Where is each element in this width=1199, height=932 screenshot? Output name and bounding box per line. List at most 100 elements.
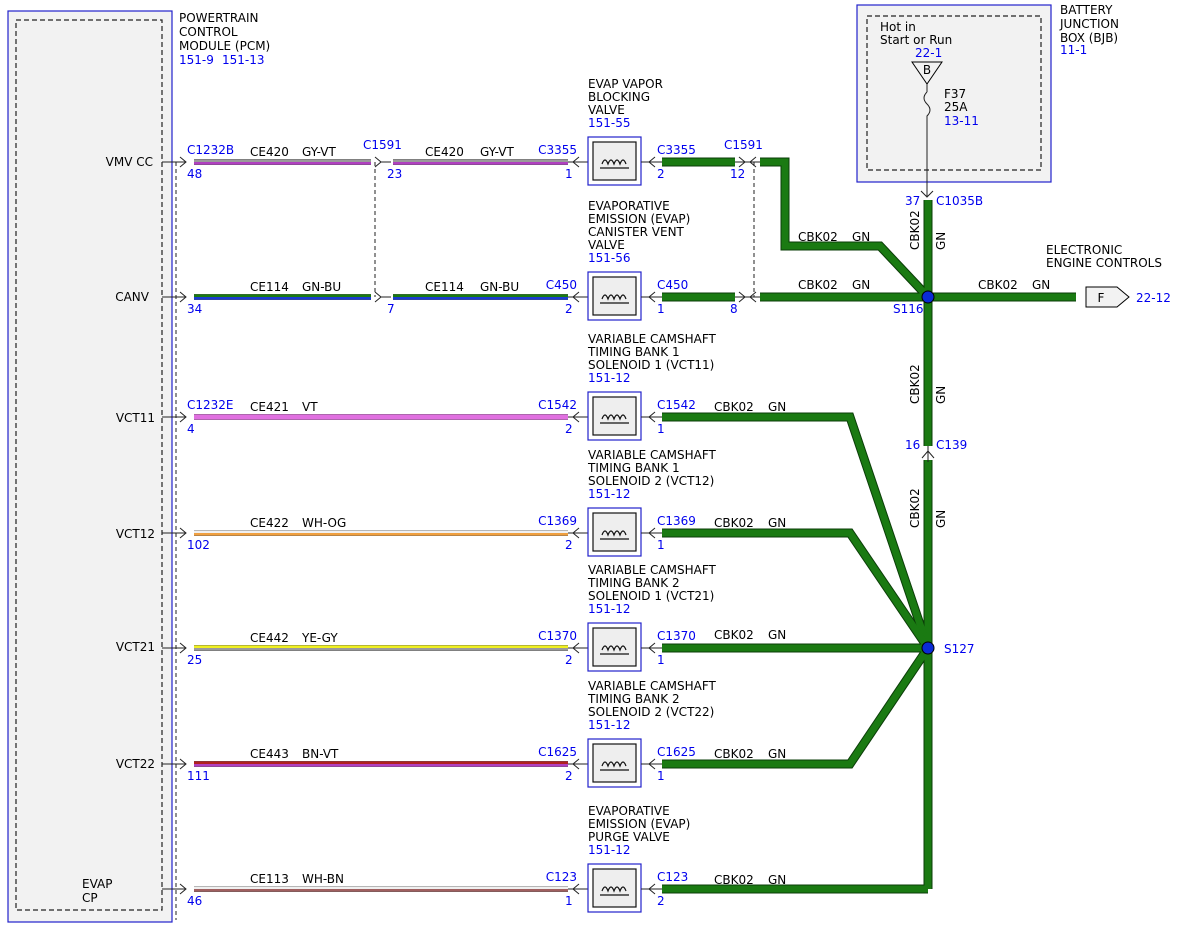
component-title: PURGE VALVE: [588, 830, 670, 844]
pcm-pin-number: 102: [187, 538, 210, 552]
diagram-canvas: POWERTRAIN CONTROL MODULE (PCM) 151-9 15…: [7, 3, 1171, 923]
component-pin-number: 1: [565, 894, 573, 908]
component-connector[interactable]: C1625: [538, 745, 577, 759]
solenoid-valve-component[interactable]: [587, 136, 642, 186]
solenoid-valve-component[interactable]: [587, 507, 642, 557]
circuit-color: GN-BU: [302, 280, 341, 294]
ground-color-label: GN: [768, 400, 786, 414]
component-ref[interactable]: 151-12: [588, 718, 631, 732]
ground-wire-label: CBK02: [798, 278, 838, 292]
component-output-pin: 1: [657, 653, 665, 667]
pcm-pin-number: 34: [187, 302, 202, 316]
pcm-pin-number: 48: [187, 167, 202, 181]
component-title: SOLENOID 2 (VCT12): [588, 474, 714, 488]
ground-wire-label: CBK02: [908, 364, 922, 404]
ground-wire-label: CBK02: [908, 210, 922, 250]
solenoid-valve-component[interactable]: [587, 391, 642, 441]
component-title: VALVE: [588, 238, 625, 252]
pcm-ref-1[interactable]: 151-9: [179, 53, 214, 67]
component-connector[interactable]: C123: [546, 870, 577, 884]
fuse-amps: 25A: [944, 100, 968, 114]
bjb-ref[interactable]: 11-1: [1060, 43, 1087, 57]
fuse-label: F37: [944, 87, 966, 101]
component-title: VARIABLE CAMSHAFT: [588, 448, 717, 462]
component-output-connector[interactable]: C123: [657, 870, 688, 884]
ground-wire-label: CBK02: [714, 516, 754, 530]
fuse-ref[interactable]: 13-11: [944, 114, 979, 128]
component-connector[interactable]: C1370: [538, 629, 577, 643]
component-output-pin: 2: [657, 894, 665, 908]
component-title: EVAPORATIVE: [588, 804, 670, 818]
circuit-name: CE420: [425, 145, 464, 159]
circuit-color: VT: [302, 400, 318, 414]
bjb-connector[interactable]: C1035B: [936, 194, 983, 208]
pcm-pin-label: VCT12: [116, 527, 155, 541]
pcm-pin-label: VCT21: [116, 640, 155, 654]
pcm-pin-label: EVAP: [82, 877, 112, 891]
connector-arrow-icon: [374, 156, 382, 168]
solenoid-valve-component[interactable]: [587, 863, 642, 913]
component-output-connector[interactable]: C1369: [657, 514, 696, 528]
component-connector[interactable]: C1369: [538, 514, 577, 528]
component-ref[interactable]: 151-56: [588, 251, 631, 265]
pcm-module[interactable]: [7, 10, 173, 923]
offpage-ref[interactable]: 22-12: [1136, 291, 1171, 305]
component-output-connector[interactable]: C450: [657, 278, 688, 292]
component-ref[interactable]: 151-12: [588, 487, 631, 501]
power-source-letter: B: [923, 63, 931, 77]
component-pin-number: 2: [565, 302, 573, 316]
component-connector[interactable]: C1542: [538, 398, 577, 412]
pcm-pin-label: CANV: [115, 290, 150, 304]
inline-connector[interactable]: C1591: [363, 138, 402, 152]
pcm-title-line-1: POWERTRAIN: [179, 11, 259, 25]
component-title: SOLENOID 1 (VCT21): [588, 589, 714, 603]
inline-connector[interactable]: C139: [936, 438, 967, 452]
inline-connector[interactable]: C1591: [724, 138, 763, 152]
offpage-connector-icon[interactable]: [1085, 286, 1130, 308]
bjb-hot-ref[interactable]: 22-1: [915, 46, 942, 60]
pcm-ref-2[interactable]: 151-13: [222, 53, 265, 67]
pcm-connector[interactable]: C1232E: [187, 398, 234, 412]
component-ref[interactable]: 151-12: [588, 843, 631, 857]
pcm-pin-label: VCT22: [116, 757, 155, 771]
component-output-connector[interactable]: C1542: [657, 398, 696, 412]
ground-color-label: GN: [768, 747, 786, 761]
component-output-connector[interactable]: C1625: [657, 745, 696, 759]
eec-title-line-1: ELECTRONIC: [1046, 243, 1122, 257]
pcm-pin-number: 111: [187, 769, 210, 783]
splice-label: S127: [944, 642, 975, 656]
pcm-pin-label: CP: [82, 891, 98, 905]
solenoid-valve-component[interactable]: [587, 622, 642, 672]
ground-wire-label: CBK02: [908, 488, 922, 528]
ground-wire-label: CBK02: [714, 873, 754, 887]
inline-pin-number: 23: [387, 167, 402, 181]
component-output-connector[interactable]: C1370: [657, 629, 696, 643]
pcm-connector[interactable]: C1232B: [187, 143, 234, 157]
component-connector[interactable]: C3355: [538, 143, 577, 157]
inline-pin-number: 7: [387, 302, 395, 316]
component-ref[interactable]: 151-12: [588, 602, 631, 616]
component-output-connector[interactable]: C3355: [657, 143, 696, 157]
component-title: TIMING BANK 1: [587, 461, 680, 475]
splice-s127[interactable]: [921, 641, 935, 655]
circuit-name: CE442: [250, 631, 289, 645]
circuit-color: GY-VT: [480, 145, 514, 159]
component-pin-number: 2: [565, 653, 573, 667]
connector-arrow-icon: [374, 291, 382, 303]
component-title: EMISSION (EVAP): [588, 212, 690, 226]
component-title: VARIABLE CAMSHAFT: [588, 332, 717, 346]
ground-wire-label: CBK02: [714, 747, 754, 761]
ground-color-label: GN: [934, 232, 948, 250]
pcm-pin-label: VCT11: [116, 411, 155, 425]
solenoid-valve-component[interactable]: [587, 271, 642, 321]
pcm-title-line-2: CONTROL: [179, 25, 238, 39]
splice-s116[interactable]: [921, 290, 935, 304]
component-ref[interactable]: 151-12: [588, 371, 631, 385]
splice-label: S116: [893, 302, 924, 316]
component-pin-number: 2: [565, 769, 573, 783]
component-connector[interactable]: C450: [546, 278, 577, 292]
ground-color-label: GN: [852, 278, 870, 292]
component-ref[interactable]: 151-55: [588, 116, 631, 130]
pcm-pin-label: VMV CC: [106, 155, 153, 169]
solenoid-valve-component[interactable]: [587, 738, 642, 788]
